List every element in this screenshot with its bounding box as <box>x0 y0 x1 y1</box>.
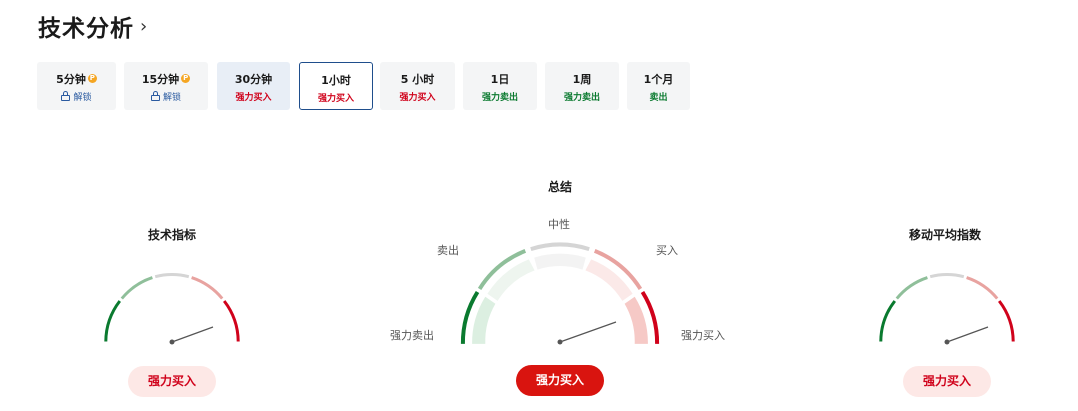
gauge-segment-neutral <box>154 273 190 279</box>
gauge-band-sell <box>487 259 535 301</box>
tab-label: 1个月 <box>643 73 674 86</box>
page-title[interactable]: 技术分析 › <box>38 9 148 43</box>
tab-5min[interactable]: 5分钟 P 解锁 <box>37 62 116 110</box>
tab-signal: 强力卖出 <box>481 93 518 103</box>
gauge-needle <box>559 321 617 343</box>
tab-1week[interactable]: 1周 强力卖出 <box>545 62 619 110</box>
tab-signal: 解锁 <box>162 93 181 103</box>
moving-averages-gauge-title: 移动平均指数 <box>908 228 981 242</box>
gauge-segment-strong-sell <box>104 300 122 342</box>
pro-icon: P <box>87 74 97 83</box>
gauge-needle-pivot <box>169 339 175 345</box>
tab-label: 30分钟 <box>234 73 273 86</box>
gauge-segment-neutral <box>530 242 590 252</box>
tab-15min[interactable]: 15分钟 P 解锁 <box>124 62 208 110</box>
gauge-segment-sell <box>895 276 928 300</box>
summary-gauge-title: 总结 <box>547 180 572 194</box>
tab-1day[interactable]: 1日 强力卖出 <box>463 62 537 110</box>
tab-30min[interactable]: 30分钟 强力买入 <box>217 62 290 110</box>
gauge-needle-pivot <box>557 339 563 345</box>
gauge-band-buy <box>585 259 633 301</box>
gauge-segment-strong-buy <box>997 300 1015 342</box>
chevron-right-icon: › <box>140 15 149 37</box>
label-strong-buy: 强力买入 <box>681 329 725 342</box>
gauge-needle <box>946 326 989 343</box>
indicators-gauge <box>104 273 240 345</box>
gauge-segment-strong-buy <box>222 300 240 342</box>
tab-label: 1周 <box>572 73 592 86</box>
gauge-band-strong-buy <box>624 296 648 344</box>
gauge-segment-buy <box>191 276 224 300</box>
tab-label: 1小时 <box>321 74 351 87</box>
tab-signal: 强力买入 <box>317 94 354 104</box>
summary-gauge <box>460 242 660 345</box>
tab-signal: 强力卖出 <box>563 93 600 103</box>
gauge-segment-sell <box>120 276 153 300</box>
tab-5hour[interactable]: 5 小时 强力买入 <box>380 62 455 110</box>
moving-averages-gauge <box>879 273 1015 345</box>
label-sell: 卖出 <box>437 244 459 257</box>
summary-result-badge: 强力买入 <box>516 365 604 396</box>
lock-icon <box>150 91 160 101</box>
lock-icon <box>61 91 71 101</box>
label-neutral: 中性 <box>548 218 570 231</box>
tab-signal: 强力买入 <box>399 93 436 103</box>
moving-averages-result-badge: 强力买入 <box>903 366 991 397</box>
tab-1hour[interactable]: 1小时 强力买入 <box>299 62 373 110</box>
indicators-gauge-title: 技术指标 <box>147 228 196 242</box>
gauge-band-neutral <box>534 253 586 270</box>
tab-label: 1日 <box>490 73 510 86</box>
gauge-needle <box>171 326 214 343</box>
label-strong-sell: 强力卖出 <box>390 329 434 342</box>
tab-label: 5分钟 <box>56 73 86 86</box>
indicators-result-badge: 强力买入 <box>128 366 216 397</box>
tab-signal: 卖出 <box>649 93 668 103</box>
gauge-needle-pivot <box>944 339 950 345</box>
gauge-band-strong-sell <box>472 296 496 344</box>
tab-label: 15分钟 <box>141 73 180 86</box>
tab-label: 5 小时 <box>400 73 435 86</box>
gauge-segment-neutral <box>929 273 965 279</box>
gauge-segment-strong-sell <box>879 300 897 342</box>
tab-signal: 强力买入 <box>235 93 272 103</box>
label-buy: 买入 <box>656 244 678 257</box>
page-title-text: 技术分析 <box>38 16 134 42</box>
tab-signal: 解锁 <box>73 93 92 103</box>
tab-1month[interactable]: 1个月 卖出 <box>627 62 690 110</box>
pro-icon: P <box>181 74 191 83</box>
gauge-segment-buy <box>966 276 999 300</box>
